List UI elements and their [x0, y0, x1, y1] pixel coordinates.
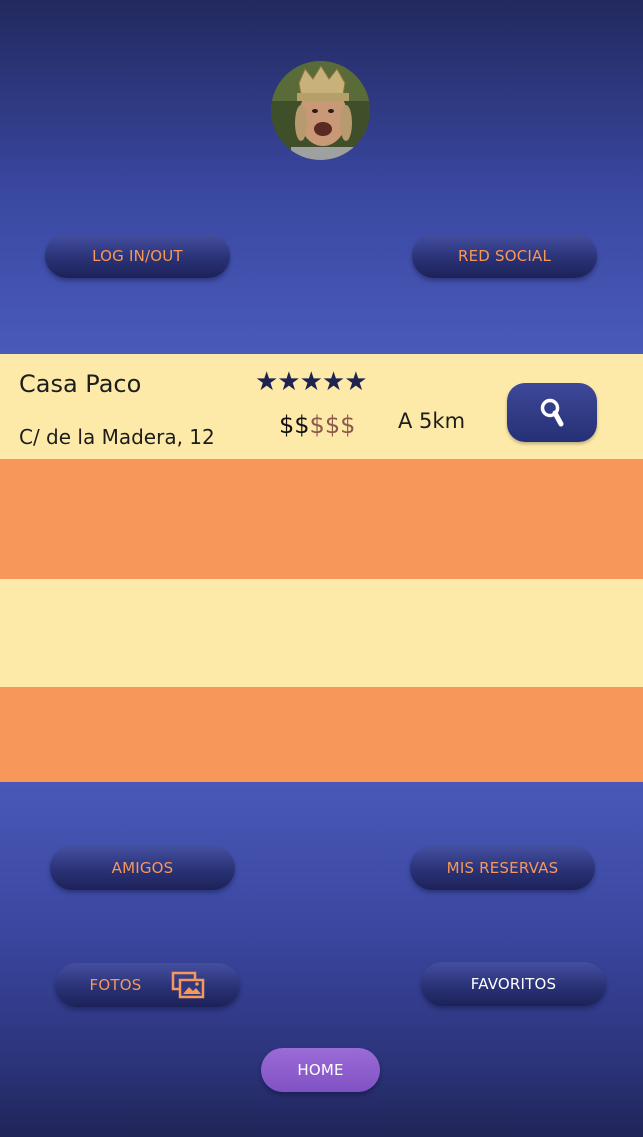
gallery-icon: [172, 971, 205, 999]
price-level: $$$$$: [279, 411, 355, 439]
avatar-photo-icon: [271, 61, 370, 160]
rating-stars: ★★★★★: [255, 367, 368, 397]
list-item-empty[interactable]: [0, 687, 643, 782]
login-button-label: LOG IN/OUT: [92, 247, 183, 265]
list-item-empty[interactable]: [0, 459, 643, 579]
photos-button-label: FOTOS: [89, 976, 142, 994]
home-button-label: HOME: [297, 1061, 344, 1079]
price-level-filled: $$: [279, 411, 310, 439]
user-avatar[interactable]: [271, 61, 370, 160]
header-background: [0, 0, 643, 354]
listing-address: C/ de la Madera, 12: [19, 425, 215, 449]
home-button[interactable]: HOME: [261, 1048, 380, 1092]
listing-distance: A 5km: [398, 409, 466, 433]
search-button[interactable]: [507, 383, 597, 442]
social-network-button[interactable]: RED SOCIAL: [412, 234, 597, 278]
social-network-button-label: RED SOCIAL: [457, 247, 552, 265]
favorites-button[interactable]: FAVORITOS: [421, 962, 606, 1006]
login-button[interactable]: LOG IN/OUT: [45, 234, 230, 278]
favorites-button-label: FAVORITOS: [470, 975, 557, 993]
my-bookings-button[interactable]: MIS RESERVAS: [410, 846, 595, 890]
photos-button[interactable]: FOTOS: [55, 963, 240, 1007]
friends-button[interactable]: AMIGOS: [50, 846, 235, 890]
listing-name: Casa Paco: [19, 370, 142, 398]
price-level-empty: $$$: [309, 411, 356, 439]
search-icon: [540, 398, 564, 426]
my-bookings-button-label: MIS RESERVAS: [446, 859, 559, 877]
friends-button-label: AMIGOS: [111, 859, 174, 877]
list-item-empty[interactable]: [0, 579, 643, 687]
